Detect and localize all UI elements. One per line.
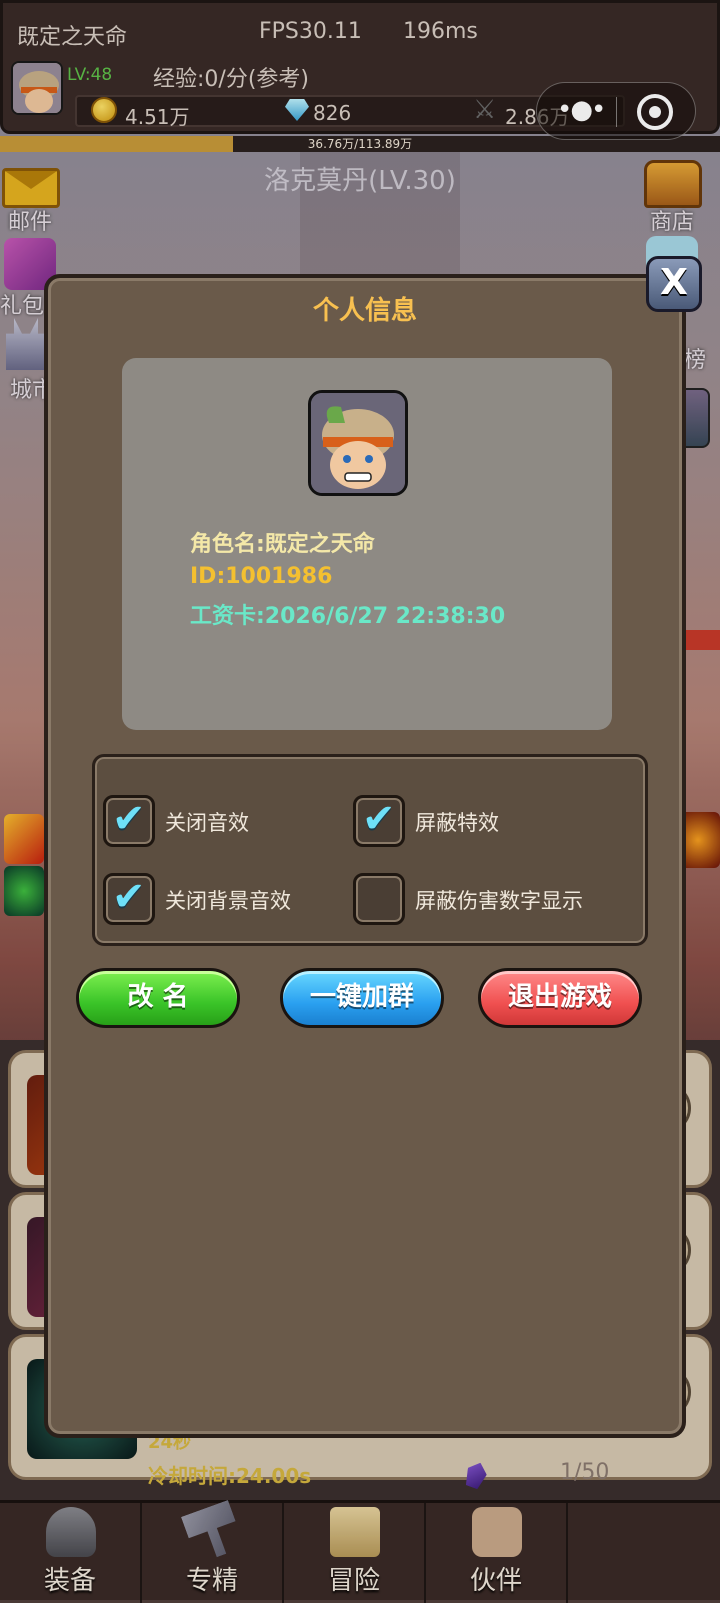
profile-modal: 个人信息 角色名:既定之天命 ID:1001986 工资卡:2026/6/27 … <box>44 274 686 1438</box>
checkmark-icon: ✔ <box>112 796 146 842</box>
checkbox[interactable]: ✔ <box>353 873 405 925</box>
option-label: 屏蔽伤害数字显示 <box>415 889 583 913</box>
close-button[interactable]: X <box>646 256 702 312</box>
checkmark-icon: ✔ <box>362 796 396 842</box>
profile-info-card: 角色名:既定之天命 ID:1001986 工资卡:2026/6/27 22:38… <box>122 358 612 730</box>
option-label: 关闭背景音效 <box>165 889 291 913</box>
exit-game-button[interactable]: 退出游戏 <box>478 968 642 1028</box>
option-label: 关闭音效 <box>165 811 249 835</box>
checkbox[interactable]: ✔ <box>103 873 155 925</box>
profile-avatar <box>308 390 408 496</box>
modal-title: 个人信息 <box>312 296 417 326</box>
wage-card: 工资卡:2026/6/27 22:38:30 <box>190 604 506 629</box>
checkbox[interactable]: ✔ <box>353 795 405 847</box>
rename-button[interactable]: 改 名 <box>76 968 240 1028</box>
character-portrait-icon <box>311 393 405 493</box>
option-label: 屏蔽特效 <box>415 811 499 835</box>
checkmark-icon: ✔ <box>112 874 146 920</box>
character-name: 角色名:既定之天命 <box>190 532 375 557</box>
join-group-button[interactable]: 一键加群 <box>280 968 444 1028</box>
settings-panel: ✔ 关闭音效 ✔ 屏蔽特效 ✔ 关闭背景音效 ✔ 屏蔽伤害数字显示 <box>92 754 648 946</box>
player-id: ID:1001986 <box>190 564 333 589</box>
checkbox[interactable]: ✔ <box>103 795 155 847</box>
